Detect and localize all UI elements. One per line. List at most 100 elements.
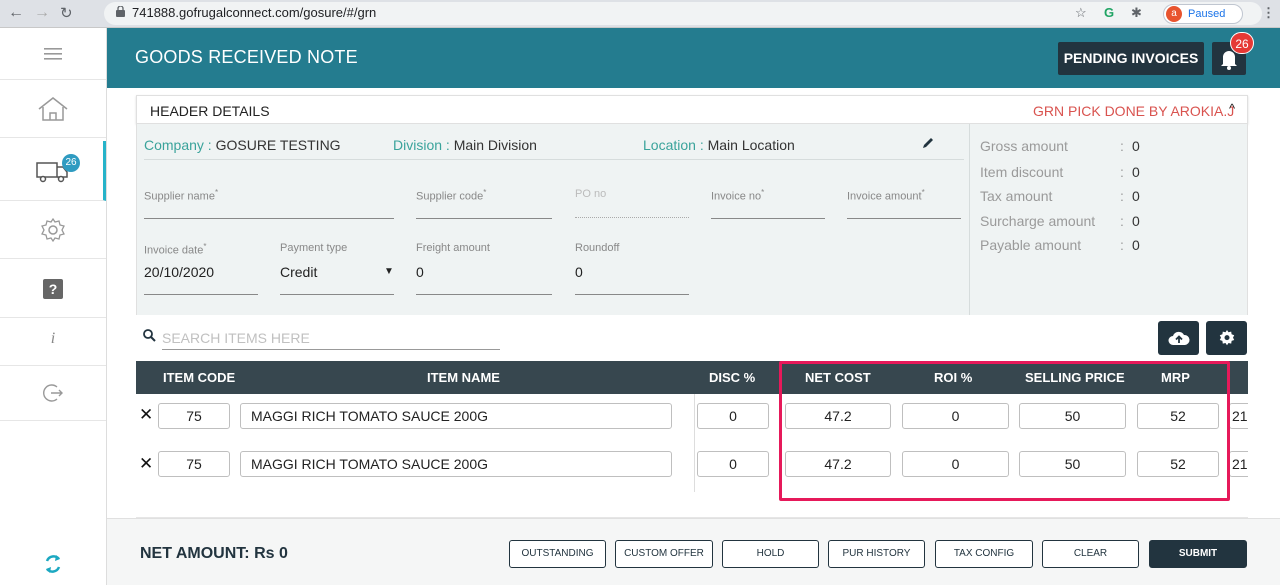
item-code-input[interactable]: 75 — [158, 451, 230, 477]
sync-button[interactable] — [0, 543, 106, 585]
search-items-input[interactable] — [162, 326, 500, 350]
tax-config-button[interactable]: TAX CONFIG — [935, 540, 1033, 568]
payable-amount-label: Payable amount — [980, 237, 1082, 253]
division-label: Division : — [393, 137, 450, 153]
invoice-date-label: Invoice date* — [144, 242, 207, 257]
supplier-name-input[interactable] — [144, 218, 394, 219]
browser-toolbar: ← → ↻ 741888.gofrugalconnect.com/gosure/… — [0, 0, 1280, 28]
sidebar: 26 ? i — [0, 28, 107, 585]
cloud-upload-icon — [1168, 331, 1190, 345]
highlight-box — [779, 361, 1230, 501]
supplier-code-input[interactable] — [416, 218, 552, 219]
notification-badge: 26 — [1230, 32, 1254, 54]
browser-menu-icon[interactable]: ⋮ — [1262, 5, 1275, 21]
invoice-no-input[interactable] — [711, 218, 825, 219]
header-divider — [144, 159, 964, 160]
remove-row-icon[interactable]: ✕ — [139, 405, 153, 425]
division-info: Division : Main Division — [393, 137, 537, 153]
logout-icon — [43, 384, 63, 402]
invoice-amount-input[interactable] — [847, 218, 961, 219]
freight-amount-label: Freight amount — [416, 242, 490, 254]
division-value: Main Division — [453, 137, 537, 153]
header-details-title: HEADER DETAILS — [150, 103, 270, 119]
sidebar-item-help[interactable]: ? — [0, 260, 106, 318]
disc-input[interactable]: 0 — [697, 451, 769, 477]
company-value: GOSURE TESTING — [215, 137, 341, 153]
sidebar-badge: 26 — [62, 154, 80, 172]
surcharge-amount-value: 0 — [1132, 213, 1140, 229]
next-column-input[interactable]: 21 — [1229, 403, 1248, 429]
company-label: Company : — [144, 137, 212, 153]
page-header: GOODS RECEIVED NOTE PENDING INVOICES 26 — [107, 28, 1280, 88]
pending-invoices-button[interactable]: PENDING INVOICES — [1058, 42, 1204, 75]
hold-button[interactable]: HOLD — [722, 540, 819, 568]
roundoff-input[interactable] — [575, 294, 689, 295]
dropdown-caret-icon[interactable]: ▼ — [384, 266, 394, 277]
url-text: 741888.gofrugalconnect.com/gosure/#/grn — [132, 5, 377, 20]
search-icon — [143, 329, 156, 342]
item-name-input[interactable]: MAGGI RICH TOMATO SAUCE 200G — [240, 403, 672, 429]
page-title: GOODS RECEIVED NOTE — [135, 47, 358, 67]
sidebar-item-home[interactable] — [0, 80, 106, 138]
profile-paused-button[interactable]: a Paused — [1163, 4, 1243, 24]
sidebar-item-grn[interactable]: 26 — [0, 141, 106, 201]
extension-g-icon[interactable]: G — [1104, 5, 1114, 20]
gross-amount-value: 0 — [1132, 138, 1140, 154]
back-icon[interactable]: ← — [8, 4, 24, 22]
sidebar-item-menu[interactable] — [0, 28, 106, 80]
collapse-chevron-icon[interactable]: ^ — [1229, 101, 1235, 116]
next-column-input[interactable]: 21 — [1229, 451, 1248, 477]
po-no-input — [575, 217, 689, 218]
extensions-icon[interactable]: ✱ — [1131, 5, 1142, 21]
submit-button[interactable]: SUBMIT — [1149, 540, 1247, 568]
sidebar-item-settings[interactable] — [0, 201, 106, 259]
column-header-item-name: ITEM NAME — [427, 370, 500, 385]
header-details-form: Company : GOSURE TESTING Division : Main… — [136, 124, 969, 315]
forward-icon[interactable]: → — [34, 4, 50, 22]
pur-history-button[interactable]: PUR HISTORY — [828, 540, 925, 568]
surcharge-amount-label: Surcharge amount — [980, 213, 1096, 229]
payment-type-select[interactable] — [280, 294, 394, 295]
gear-icon — [41, 217, 65, 242]
sidebar-item-logout[interactable] — [0, 366, 106, 421]
reload-icon[interactable]: ↻ — [60, 4, 73, 22]
item-name-input[interactable]: MAGGI RICH TOMATO SAUCE 200G — [240, 451, 672, 477]
item-code-input[interactable]: 75 — [158, 403, 230, 429]
po-no-label: PO no — [575, 188, 607, 200]
location-label: Location : — [643, 137, 704, 153]
profile-avatar: a — [1166, 6, 1182, 22]
sidebar-item-info[interactable]: i — [0, 312, 106, 366]
edit-pencil-icon[interactable] — [921, 136, 935, 150]
freight-amount-input[interactable] — [416, 294, 552, 295]
upload-button[interactable] — [1158, 321, 1199, 355]
info-icon: i — [50, 329, 56, 347]
clear-button[interactable]: CLEAR — [1042, 540, 1139, 568]
table-settings-button[interactable] — [1206, 321, 1247, 355]
roundoff-value: 0 — [575, 264, 583, 280]
company-info: Company : GOSURE TESTING — [144, 137, 341, 153]
header-details-panel: HEADER DETAILS GRN PICK DONE BY AROKIA.J… — [136, 95, 1248, 124]
supplier-code-label: Supplier code* — [416, 188, 487, 203]
home-icon — [38, 96, 68, 121]
help-icon: ? — [43, 278, 63, 299]
bookmark-star-icon[interactable]: ☆ — [1075, 5, 1087, 21]
invoice-date-input[interactable] — [144, 294, 258, 295]
net-amount-text: NET AMOUNT: Rs 0 — [140, 545, 288, 562]
custom-offer-button[interactable]: CUSTOM OFFER — [615, 540, 713, 568]
invoice-no-label: Invoice no* — [711, 188, 765, 203]
item-discount-value: 0 — [1132, 164, 1140, 180]
gear-icon — [1219, 330, 1234, 346]
grn-pick-status: GRN PICK DONE BY AROKIA.J — [1033, 103, 1235, 119]
paused-label: Paused — [1188, 8, 1226, 20]
tax-amount-value: 0 — [1132, 188, 1140, 204]
outstanding-button[interactable]: OUTSTANDING — [509, 540, 606, 568]
remove-row-icon[interactable]: ✕ — [139, 454, 153, 474]
payment-type-label: Payment type — [280, 242, 348, 254]
invoice-date-value: 20/10/2020 — [144, 264, 215, 280]
invoice-amount-label: Invoice amount* — [847, 188, 925, 203]
tax-amount-label: Tax amount — [980, 188, 1053, 204]
disc-input[interactable]: 0 — [697, 403, 769, 429]
menu-icon — [44, 47, 62, 60]
supplier-name-label: Supplier name* — [144, 188, 219, 203]
location-info: Location : Main Location — [643, 137, 795, 153]
